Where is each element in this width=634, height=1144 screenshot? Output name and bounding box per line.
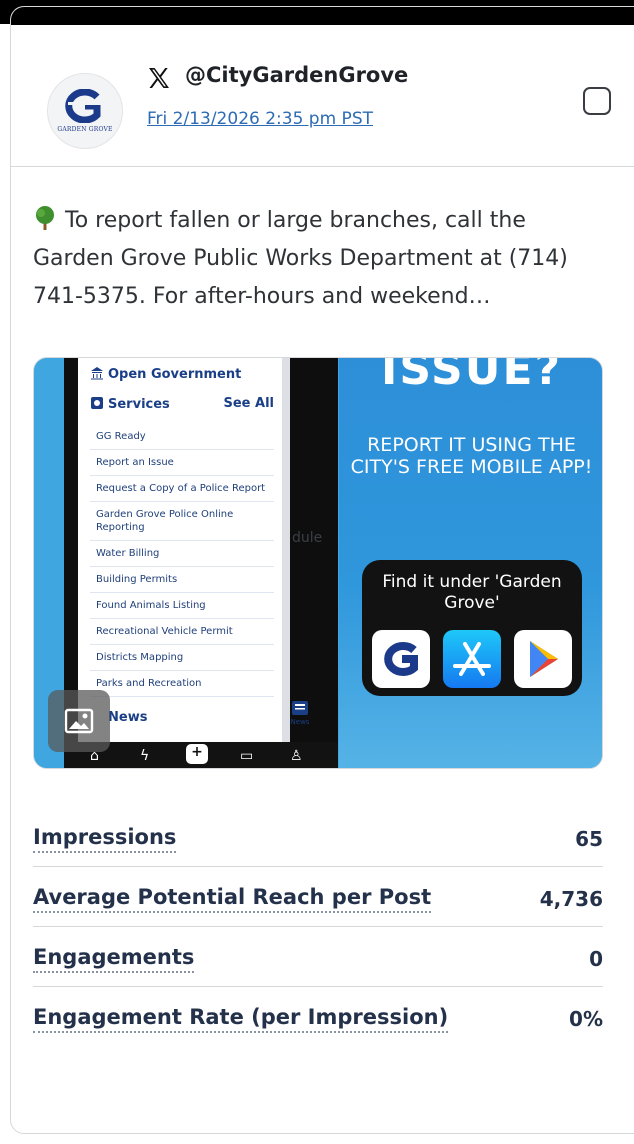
menu-item: Water Billing [90, 541, 274, 567]
engagements-value: 0 [589, 947, 603, 971]
background-text: dule [292, 530, 323, 546]
menu-item: GG Ready [90, 424, 274, 450]
menu-item: Districts Mapping [90, 645, 274, 671]
app-store-icon [443, 630, 501, 688]
post-text: To report fallen or large branches, call… [33, 208, 568, 309]
metric-row: Average Potential Reach per Post 4,736 [33, 867, 603, 927]
menu-item: Recreational Vehicle Permit [90, 619, 274, 645]
services-heading: Services [90, 396, 170, 412]
menu-scrollbar [282, 358, 290, 742]
open-government-label: Open Government [108, 367, 242, 382]
impressions-label[interactable]: Impressions [33, 825, 177, 853]
engagement-rate-label[interactable]: Engagement Rate (per Impression) [33, 1005, 449, 1033]
building-icon [91, 367, 103, 380]
find-app-box: Find it under 'Garden Grove' [362, 560, 582, 696]
menu-item: Building Permits [90, 567, 274, 593]
metric-row: Impressions 65 [33, 807, 603, 867]
post-body: To report fallen or large branches, call… [33, 202, 603, 316]
image-type-badge [48, 690, 110, 752]
news-heading: News [108, 710, 148, 725]
select-checkbox[interactable] [583, 87, 611, 115]
find-app-text: Find it under 'Garden Grove' [382, 572, 562, 613]
garden-grove-logo-icon [65, 89, 102, 123]
open-government-heading: Open Government [90, 366, 241, 382]
news-tab-label: News [290, 718, 310, 726]
average-reach-value: 4,736 [539, 887, 603, 911]
services-list: GG Ready Report an Issue Request a Copy … [90, 424, 274, 697]
news-tab: News [290, 700, 310, 726]
menu-item: Found Animals Listing [90, 593, 274, 619]
avatar[interactable]: GARDEN GROVE [47, 73, 123, 149]
impressions-value: 65 [575, 827, 603, 851]
image-icon [64, 708, 94, 734]
metric-row: Engagement Rate (per Impression) 0% [33, 987, 603, 1047]
services-icon [91, 397, 103, 409]
news-tab-icon [292, 701, 308, 715]
metric-row: Engagements 0 [33, 927, 603, 987]
menu-item: Garden Grove Police Online Reporting [90, 502, 274, 541]
average-reach-label[interactable]: Average Potential Reach per Post [33, 885, 432, 913]
card-top-strip [11, 7, 634, 25]
menu-item: Request a Copy of a Police Report [90, 476, 274, 502]
list-icon: ▭ [240, 748, 254, 764]
promo-headline: ISSUE? [380, 357, 563, 395]
services-label: Services [108, 397, 170, 412]
avatar-caption: GARDEN GROVE [57, 126, 113, 133]
account-handle[interactable]: @CityGardenGrove [185, 63, 408, 87]
post-media[interactable]: Open Government Services See All GG Read… [33, 357, 603, 769]
google-play-icon [514, 630, 572, 688]
promo-report-text: REPORT IT USING THE CITY'S FREE MOBILE A… [350, 434, 593, 478]
garden-grove-app-icon [372, 630, 430, 688]
profile-icon: ♙ [290, 748, 303, 764]
see-all-link: See All [223, 396, 275, 411]
menu-item: Parks and Recreation [90, 671, 274, 697]
services-menu: Open Government Services See All GG Read… [78, 358, 282, 742]
tree-emoji-icon [36, 206, 54, 230]
x-logo-icon [149, 68, 169, 88]
engagements-label[interactable]: Engagements [33, 945, 195, 973]
menu-item: Report an Issue [90, 450, 274, 476]
post-timestamp-link[interactable]: Fri 2/13/2026 2:35 pm PST [147, 109, 373, 129]
engagement-rate-value: 0% [569, 1007, 603, 1031]
promo-graphic: ISSUE? REPORT IT USING THE CITY'S FREE M… [339, 357, 602, 768]
add-icon: + [186, 744, 208, 764]
lightning-icon: ϟ [140, 748, 150, 764]
post-card: GARDEN GROVE @CityGardenGrove Fri 2/13/2… [10, 6, 634, 1134]
post-header: GARDEN GROVE @CityGardenGrove Fri 2/13/2… [11, 25, 634, 167]
